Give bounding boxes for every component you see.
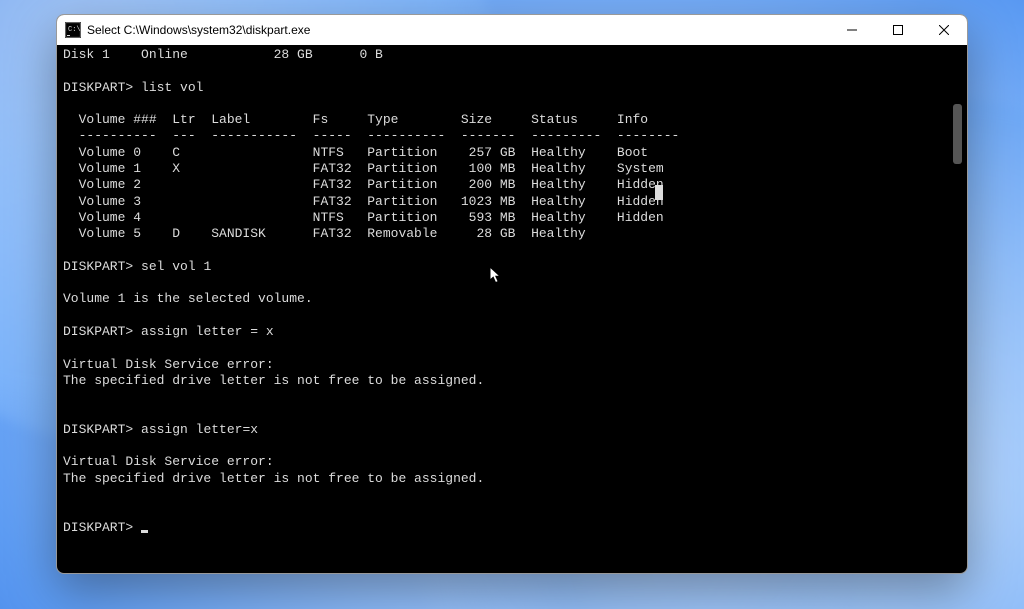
title-bar[interactable]: C:\ Select C:\Windows\system32\diskpart.…	[57, 15, 967, 45]
scrollbar-thumb[interactable]	[953, 104, 962, 164]
cmd-icon: C:\	[65, 22, 81, 38]
diskpart-window: C:\ Select C:\Windows\system32\diskpart.…	[56, 14, 968, 574]
terminal-area[interactable]: Disk 1 Online 28 GB 0 B DISKPART> list v…	[57, 45, 967, 573]
cmd-assign-letter-1: assign letter = x	[141, 324, 274, 339]
error-line-1: Virtual Disk Service error:	[63, 357, 274, 372]
cmd-list-vol: list vol	[141, 80, 203, 95]
minimize-button[interactable]	[829, 15, 875, 45]
vertical-scrollbar[interactable]	[950, 76, 965, 563]
error-line-2: The specified drive letter is not free t…	[63, 471, 484, 486]
prompt: DISKPART>	[63, 422, 133, 437]
error-line-1: Virtual Disk Service error:	[63, 454, 274, 469]
prompt: DISKPART>	[63, 520, 133, 535]
text-cursor	[141, 530, 148, 533]
console-output: Disk 1 Online 28 GB 0 B DISKPART> list v…	[63, 47, 961, 536]
maximize-button[interactable]	[875, 15, 921, 45]
close-button[interactable]	[921, 15, 967, 45]
cmd-sel-vol: sel vol 1	[141, 259, 211, 274]
selection-highlight	[655, 185, 663, 200]
cmd-assign-letter-2: assign letter=x	[141, 422, 258, 437]
response-selected: Volume 1 is the selected volume.	[63, 291, 313, 306]
volume-list-separator: ---------- --- ----------- ----- -------…	[63, 128, 679, 143]
volume-list-header: Volume ### Ltr Label Fs Type Size Status…	[63, 112, 679, 127]
volume-list-body: Volume 0 C NTFS Partition 257 GB Healthy…	[63, 145, 679, 241]
prompt: DISKPART>	[63, 80, 133, 95]
prompt: DISKPART>	[63, 259, 133, 274]
window-title: Select C:\Windows\system32\diskpart.exe	[87, 23, 310, 37]
svg-text:C:\: C:\	[68, 26, 81, 34]
disk-row: Disk 1 Online 28 GB 0 B	[63, 47, 383, 62]
error-line-2: The specified drive letter is not free t…	[63, 373, 484, 388]
prompt: DISKPART>	[63, 324, 133, 339]
